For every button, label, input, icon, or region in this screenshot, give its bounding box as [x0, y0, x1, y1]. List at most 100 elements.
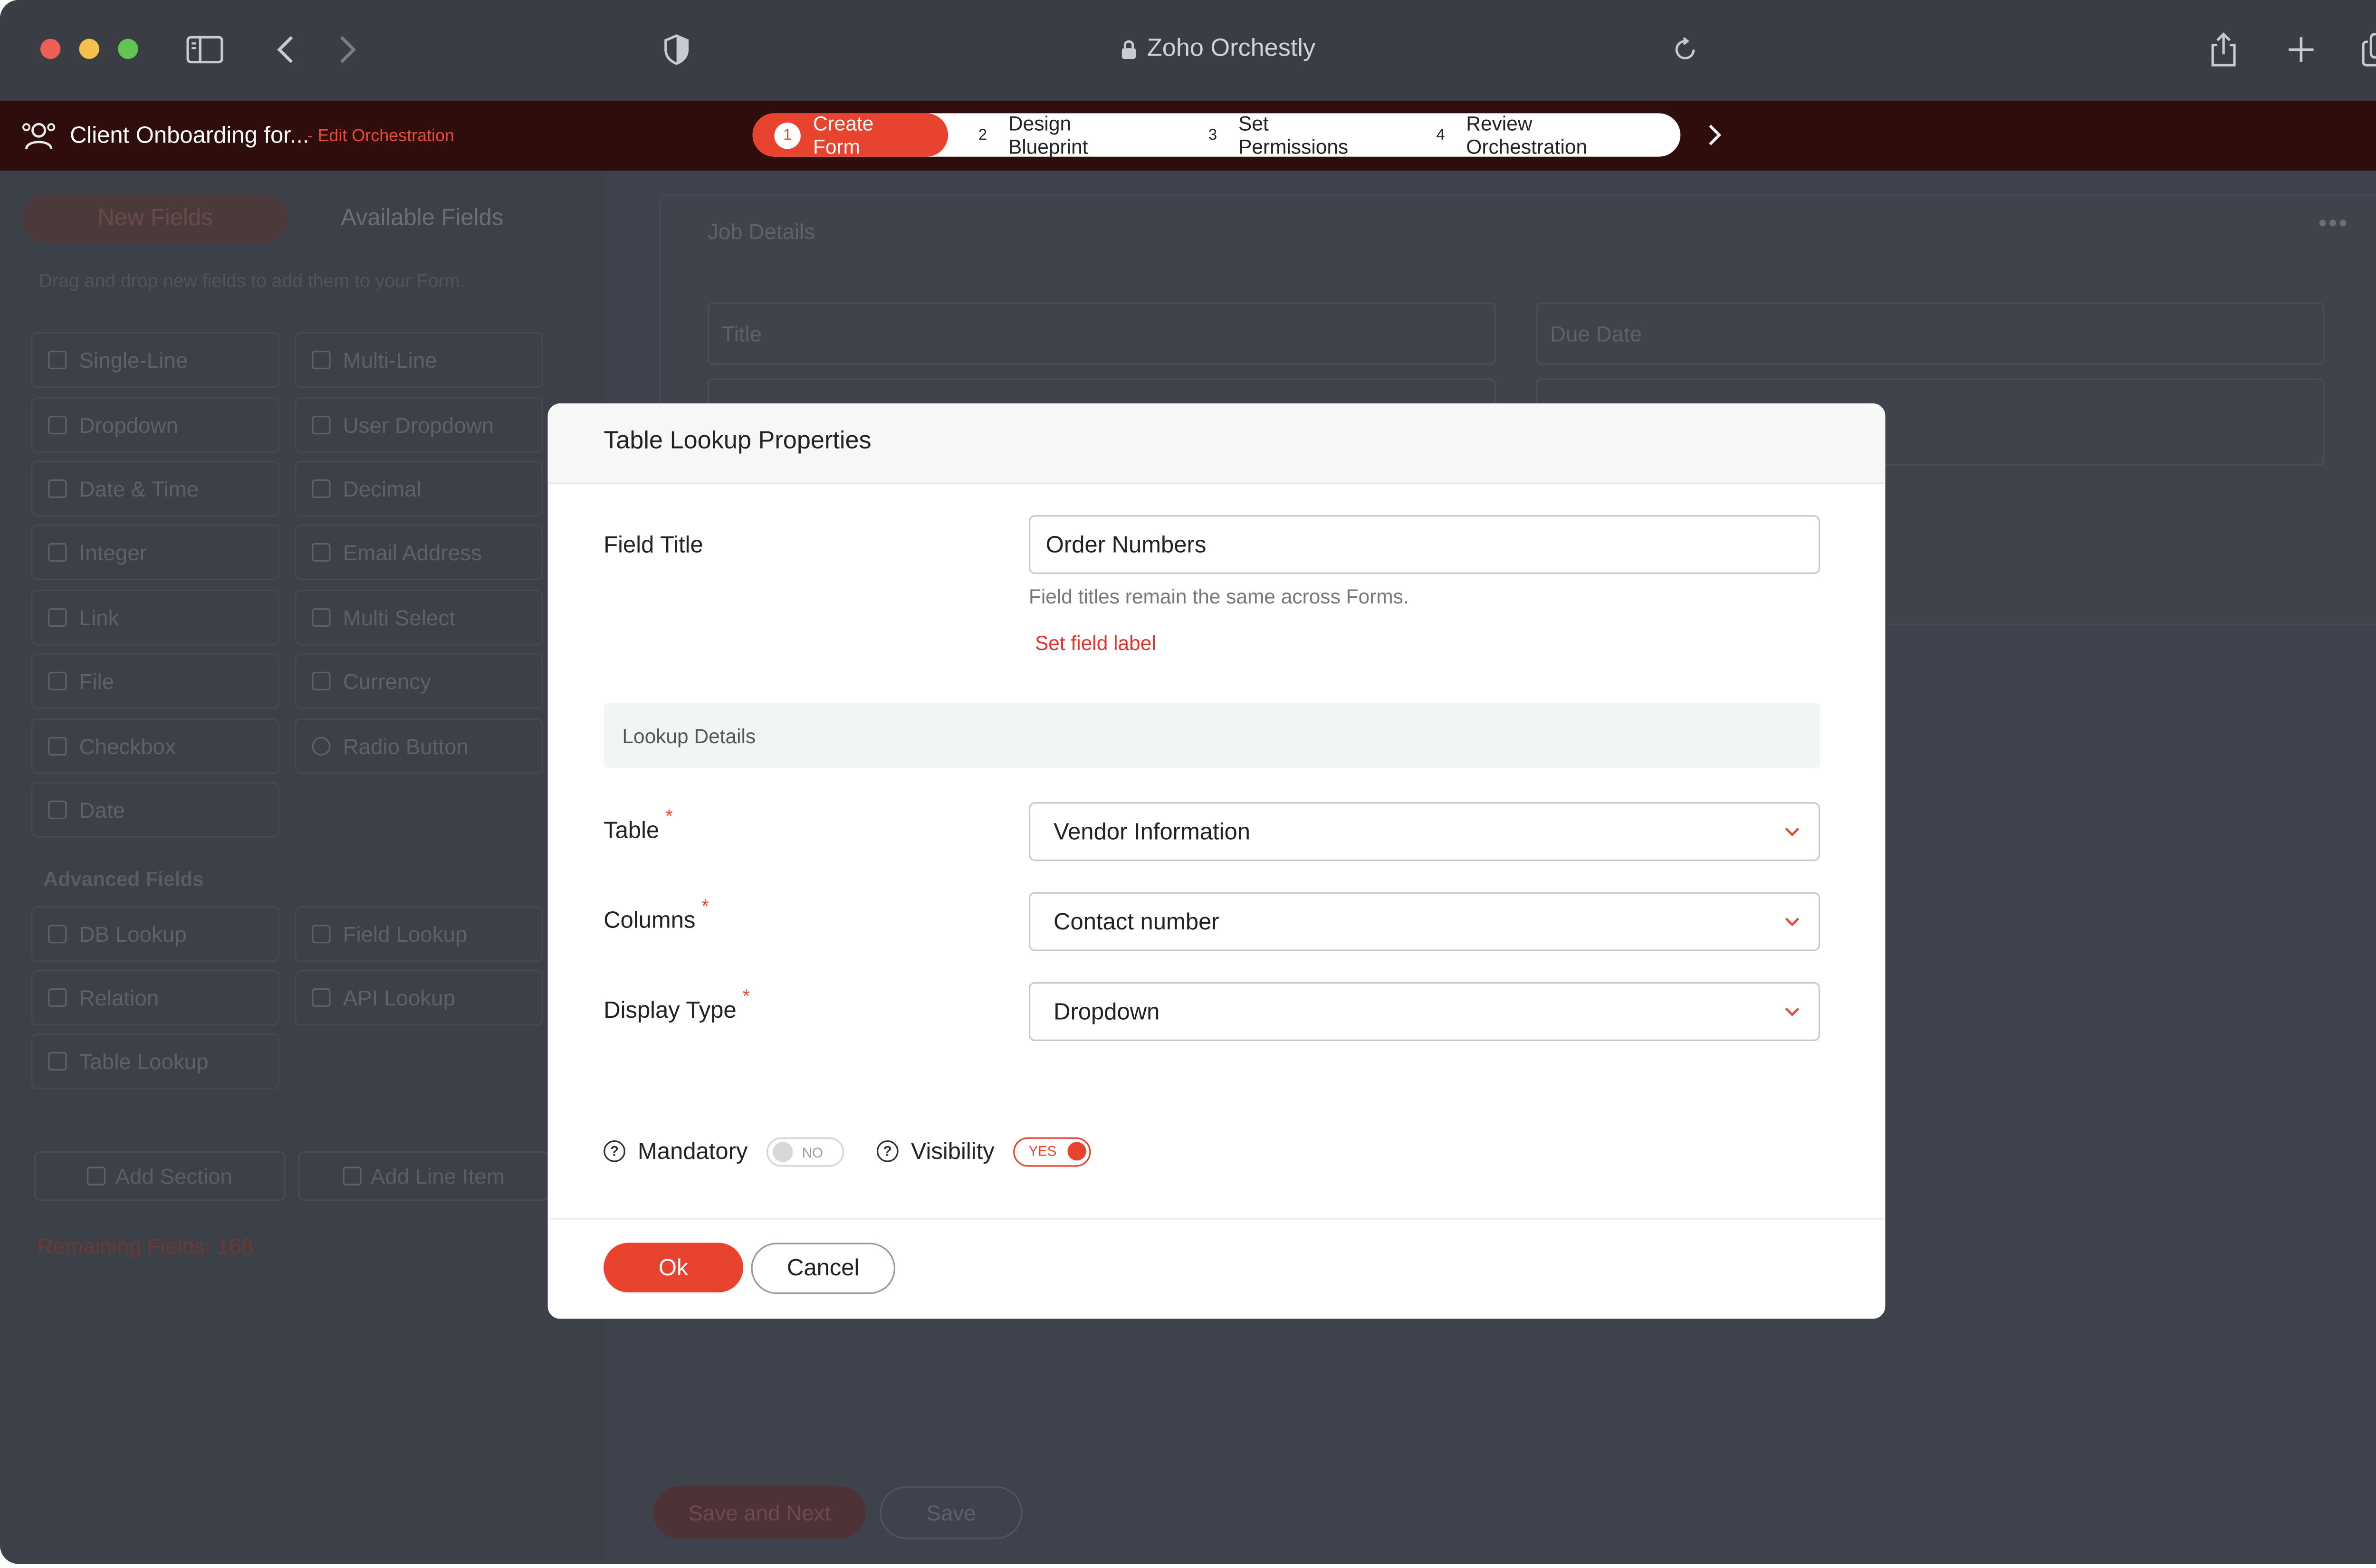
add-line-item-button[interactable]: Add Line Item: [297, 1151, 549, 1201]
step-set-permissions[interactable]: 3 Set Permissions: [1178, 112, 1406, 158]
select-value: Vendor Information: [1054, 818, 1251, 845]
field-email-address[interactable]: Email Address: [295, 524, 543, 581]
single-line-icon: [48, 350, 67, 370]
privacy-shield-icon[interactable]: [658, 31, 695, 68]
field-file[interactable]: File: [31, 653, 279, 709]
close-window-button[interactable]: [40, 38, 61, 59]
more-options-icon[interactable]: •••: [2318, 211, 2349, 239]
sidebar-toggle-icon[interactable]: [186, 31, 223, 68]
tab-available-fields[interactable]: Available Fields: [288, 194, 556, 243]
table-icon: [48, 1052, 67, 1071]
field-radio-button[interactable]: Radio Button: [295, 718, 543, 774]
step-design-blueprint[interactable]: 2 Design Blueprint: [948, 112, 1178, 158]
field-table-lookup[interactable]: Table Lookup: [31, 1033, 279, 1090]
tab-overview-icon[interactable]: [2360, 31, 2376, 68]
field-decimal[interactable]: Decimal: [295, 460, 543, 517]
field-label: API Lookup: [343, 985, 456, 1010]
list-icon: [312, 608, 331, 627]
visibility-setting: ? Visibility YES: [876, 1134, 1091, 1168]
ok-button[interactable]: Ok: [604, 1243, 744, 1292]
display-type-label: Display Type*: [604, 985, 750, 1024]
field-date-time[interactable]: Date & Time: [31, 460, 279, 517]
mandatory-toggle[interactable]: NO: [766, 1136, 844, 1166]
columns-label: Columns*: [604, 895, 709, 934]
field-label: Currency: [343, 669, 431, 694]
step-number: 4: [1436, 126, 1445, 144]
visibility-toggle[interactable]: YES: [1013, 1136, 1091, 1166]
zoom-window-button[interactable]: [118, 38, 138, 59]
field-label: Date & Time: [79, 476, 199, 501]
lock-icon: [1122, 40, 1137, 59]
save-and-next-button[interactable]: Save and Next: [653, 1486, 866, 1539]
table-select[interactable]: Vendor Information: [1028, 802, 1820, 861]
relation-icon: [48, 988, 67, 1007]
address-bar[interactable]: Zoho Orchestly: [1008, 31, 1428, 68]
field-date[interactable]: Date: [31, 782, 279, 838]
field-dropdown[interactable]: Dropdown: [31, 397, 279, 453]
field-multi-select[interactable]: Multi Select: [295, 589, 543, 646]
tab-new-fields[interactable]: New Fields: [21, 194, 289, 244]
field-label: Field Lookup: [343, 921, 468, 947]
reload-icon[interactable]: [1667, 31, 1704, 68]
new-tab-icon[interactable]: [2282, 31, 2319, 68]
field-label: Title: [721, 321, 762, 346]
step-review-orchestration[interactable]: 4 Review Orchestration: [1406, 112, 1680, 158]
address-text: Zoho Orchestly: [1147, 36, 1316, 62]
label-text: Field Title: [604, 532, 703, 559]
field-label: Due Date: [1550, 321, 1642, 346]
minimize-window-button[interactable]: [79, 38, 99, 59]
chevron-down-icon: [1785, 1007, 1800, 1016]
field-single-line[interactable]: Single-Line: [31, 332, 279, 388]
chevron-right-icon[interactable]: [1707, 123, 1723, 152]
display-type-select[interactable]: Dropdown: [1028, 982, 1820, 1042]
user-icon: [312, 416, 331, 435]
form-field-due-date[interactable]: Due Date: [1536, 302, 2325, 365]
field-integer[interactable]: Integer: [31, 524, 279, 581]
field-label: Checkbox: [79, 734, 176, 759]
help-icon[interactable]: ?: [876, 1140, 899, 1162]
field-currency[interactable]: Currency: [295, 653, 543, 709]
cancel-button[interactable]: Cancel: [751, 1243, 896, 1294]
forward-icon[interactable]: [329, 31, 366, 68]
share-icon[interactable]: [2205, 31, 2242, 68]
label-text: Columns: [604, 908, 696, 934]
dropdown-icon: [48, 416, 67, 435]
field-api-lookup[interactable]: API Lookup: [295, 969, 543, 1026]
field-label: Decimal: [343, 476, 422, 501]
field-label: Multi Select: [343, 605, 455, 630]
field-multi-line[interactable]: Multi-Line: [295, 332, 543, 388]
checkbox-icon: [48, 737, 67, 756]
field-relation[interactable]: Relation: [31, 969, 279, 1026]
step-create-form[interactable]: 1 Create Form: [752, 112, 948, 158]
chevron-down-icon: [1785, 828, 1800, 836]
browser-window: Zoho Orchestly Client Onboarding for... …: [0, 0, 2376, 1564]
field-title-input[interactable]: Order Numbers: [1028, 515, 1820, 574]
section-label: Lookup Details: [622, 724, 756, 748]
field-checkbox[interactable]: Checkbox: [31, 718, 279, 774]
required-mark: *: [742, 985, 750, 1007]
button-label: Add Section: [115, 1163, 232, 1189]
add-section-button[interactable]: Add Section: [34, 1151, 286, 1201]
field-field-lookup[interactable]: Field Lookup: [295, 906, 543, 962]
field-label: Table Lookup: [79, 1049, 209, 1074]
field-label: Date: [79, 797, 125, 822]
toggle-state: NO: [802, 1144, 823, 1160]
calendar-clock-icon: [48, 479, 67, 498]
save-button[interactable]: Save: [880, 1486, 1023, 1539]
field-user-dropdown[interactable]: User Dropdown: [295, 397, 543, 453]
field-title-label: Field Title: [604, 532, 703, 559]
mandatory-label: Mandatory: [638, 1138, 748, 1165]
back-icon[interactable]: [267, 31, 304, 68]
columns-select[interactable]: Contact number: [1028, 892, 1820, 951]
mail-icon: [312, 543, 331, 562]
field-label: Single-Line: [79, 347, 188, 373]
field-db-lookup[interactable]: DB Lookup: [31, 906, 279, 962]
set-field-label-link[interactable]: Set field label: [1035, 631, 1156, 655]
form-field-title[interactable]: Title: [707, 302, 1496, 365]
field-link[interactable]: Link: [31, 589, 279, 646]
label-text: Table: [604, 817, 660, 844]
integer-icon: [48, 543, 67, 562]
field-title-hint: Field titles remain the same across Form…: [1028, 585, 1409, 608]
help-icon[interactable]: ?: [604, 1140, 625, 1162]
fields-sidebar: New Fields Available Fields Drag and dro…: [0, 171, 605, 1564]
